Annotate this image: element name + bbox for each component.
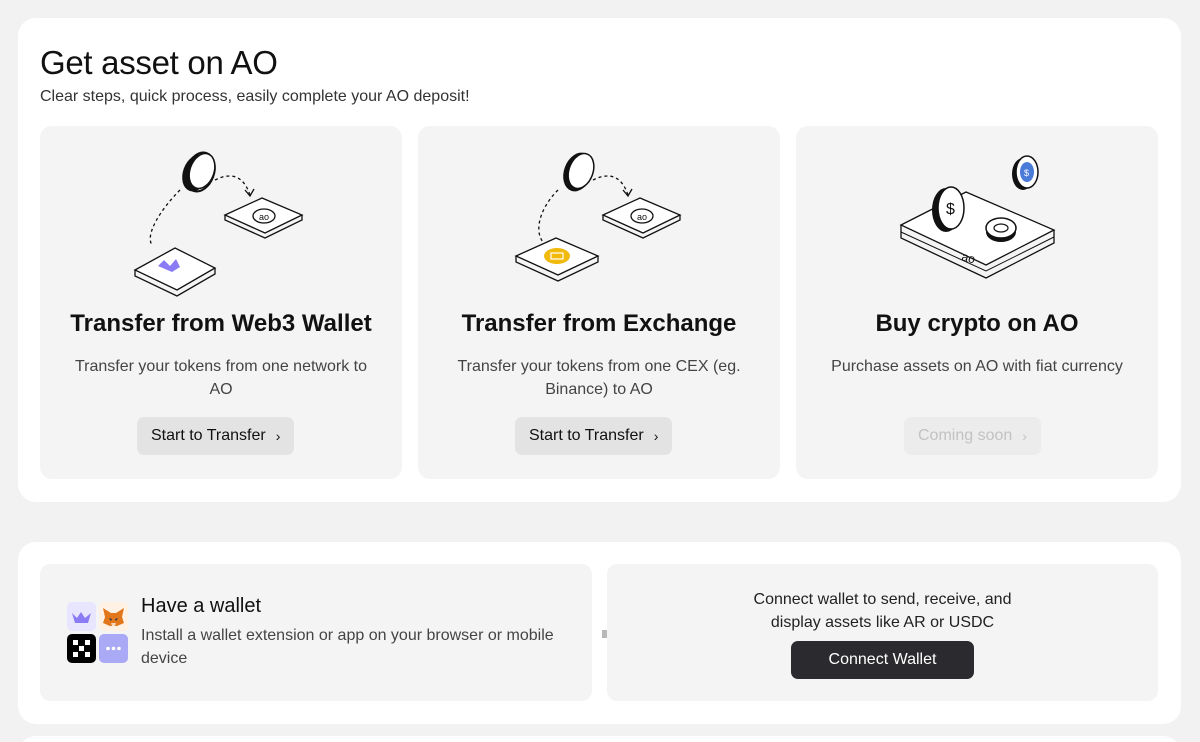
chevron-right-icon: ›: [1022, 428, 1027, 444]
wallet-connect-panel: Have a wallet Install a wallet extension…: [18, 542, 1181, 724]
page-subtitle: Clear steps, quick process, easily compl…: [40, 88, 470, 105]
get-asset-panel: Get asset on AO Clear steps, quick proce…: [18, 18, 1181, 502]
have-wallet-description: Install a wallet extension or app on you…: [141, 627, 554, 667]
chevron-right-icon: ›: [653, 428, 659, 444]
connect-wallet-button[interactable]: Connect Wallet: [791, 641, 974, 679]
card-buy-crypto: ao $ $ Buy crypto on AO Purchase assets …: [796, 126, 1158, 479]
svg-text:ao: ao: [637, 212, 647, 222]
start-transfer-exchange-button[interactable]: Start to Transfer ›: [515, 417, 673, 455]
card-exchange: ao Transfer from Exchange Transfer your …: [418, 126, 780, 479]
svg-text:$: $: [946, 201, 955, 218]
card-description: Purchase assets on AO with fiat currency: [831, 358, 1123, 375]
svg-text:ao: ao: [259, 212, 269, 222]
coming-soon-button[interactable]: Coming soon ›: [904, 417, 1041, 455]
button-label: Start to Transfer: [151, 427, 266, 444]
card-title: Transfer from Web3 Wallet: [70, 310, 372, 337]
svg-text:$: $: [1024, 168, 1029, 178]
have-wallet-title: Have a wallet: [141, 595, 262, 617]
metamask-fox-icon: [99, 602, 128, 631]
page-title: Get asset on AO: [40, 44, 278, 81]
wander-icon: [67, 602, 96, 631]
card-description: Transfer your tokens from one network to…: [75, 358, 367, 398]
exchange-transfer-illustration: ao: [514, 152, 682, 282]
have-wallet-box: Have a wallet Install a wallet extension…: [40, 564, 592, 701]
card-web3-wallet: ao Transfer from Web3 Wallet Transfer yo…: [40, 126, 402, 479]
connect-wallet-description: Connect wallet to send, receive, and dis…: [753, 591, 1012, 631]
start-transfer-web3-button[interactable]: Start to Transfer ›: [137, 417, 295, 455]
card-title: Transfer from Exchange: [461, 310, 737, 337]
buy-crypto-illustration: ao $ $: [899, 155, 1056, 279]
svg-text:ao: ao: [960, 249, 977, 266]
more-wallets-icon: [99, 634, 128, 663]
card-title: Buy crypto on AO: [875, 310, 1079, 337]
wallet-transfer-illustration: ao: [133, 151, 304, 297]
button-label: Start to Transfer: [529, 427, 644, 444]
button-label: Coming soon: [918, 427, 1013, 444]
connect-wallet-box: Connect wallet to send, receive, and dis…: [607, 564, 1158, 701]
card-description: Transfer your tokens from one CEX (eg. B…: [457, 358, 741, 398]
next-panel-edge: [18, 736, 1181, 742]
okx-icon: [67, 634, 96, 663]
wallet-icons: [67, 602, 129, 664]
chevron-right-icon: ›: [275, 428, 281, 444]
